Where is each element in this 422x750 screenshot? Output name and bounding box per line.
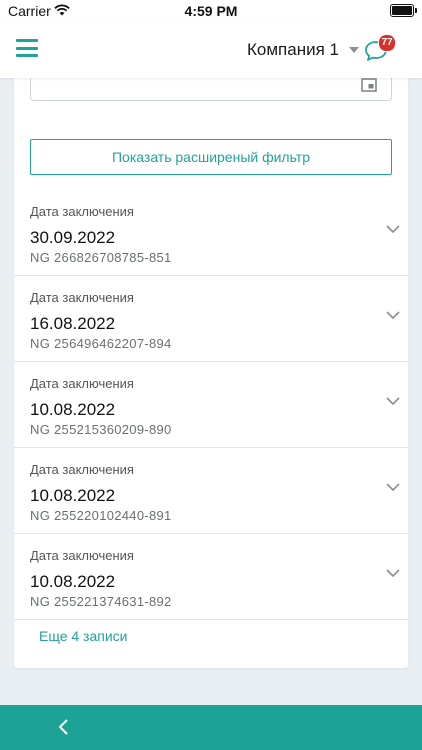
caret-down-icon	[348, 47, 359, 53]
contract-date: 10.08.2022	[30, 400, 116, 419]
contract-date: 10.08.2022	[30, 572, 116, 591]
chevron-down-icon[interactable]	[386, 310, 400, 320]
contracts-list: Дата заключения 30.09.2022 NG 2668267087…	[14, 190, 408, 620]
chevron-down-icon[interactable]	[386, 224, 400, 234]
chevron-left-icon[interactable]	[56, 718, 72, 736]
app-header: Компания 1 77	[0, 22, 422, 78]
show-extended-filter-button[interactable]: Показать расширеный фильтр	[30, 139, 392, 175]
list-item[interactable]: Дата заключения 16.08.2022 NG 2564964622…	[14, 276, 408, 362]
battery-icon	[390, 4, 417, 17]
list-item[interactable]: Дата заключения 30.09.2022 NG 2668267087…	[14, 190, 408, 276]
hamburger-line	[16, 54, 38, 57]
contract-date: 10.08.2022	[30, 486, 116, 505]
company-name: Компания 1	[247, 40, 339, 59]
contract-number: NG 255221374631-892	[30, 594, 172, 609]
contract-date-label: Дата заключения	[30, 462, 134, 477]
contract-number: NG 256496462207-894	[30, 336, 172, 351]
contract-date-label: Дата заключения	[30, 376, 134, 391]
contract-number: NG 255215360209-890	[30, 422, 172, 437]
notification-badge: 77	[378, 34, 396, 52]
contract-number: NG 266826708785-851	[30, 250, 172, 265]
menu-button[interactable]	[16, 39, 38, 57]
show-more-link[interactable]: Еще 4 записи	[39, 628, 127, 644]
contract-date-label: Дата заключения	[30, 204, 134, 219]
list-item[interactable]: Дата заключения 10.08.2022 NG 2552213746…	[14, 534, 408, 620]
hamburger-icon	[16, 39, 38, 42]
contract-date-label: Дата заключения	[30, 290, 134, 305]
bottom-navigation-bar	[0, 705, 422, 750]
contract-date: 16.08.2022	[30, 314, 116, 333]
contract-date-label: Дата заключения	[30, 548, 134, 563]
status-bar: Carrier 4:59 PM	[0, 0, 422, 22]
chevron-down-icon[interactable]	[386, 396, 400, 406]
contract-date: 30.09.2022	[30, 228, 116, 247]
chevron-down-icon[interactable]	[386, 568, 400, 578]
chevron-down-icon[interactable]	[386, 482, 400, 492]
contract-number: NG 255220102440-891	[30, 508, 172, 523]
list-item[interactable]: Дата заключения 10.08.2022 NG 2552201024…	[14, 448, 408, 534]
calendar-icon[interactable]	[361, 78, 377, 92]
hamburger-line	[16, 46, 38, 50]
company-selector[interactable]: Компания 1	[247, 38, 359, 62]
contracts-card: Показать расширеный фильтр Дата заключен…	[14, 72, 408, 668]
clock: 4:59 PM	[184, 3, 238, 19]
list-item[interactable]: Дата заключения 10.08.2022 NG 2552153602…	[14, 362, 408, 448]
chat-button[interactable]: 77	[364, 34, 396, 64]
